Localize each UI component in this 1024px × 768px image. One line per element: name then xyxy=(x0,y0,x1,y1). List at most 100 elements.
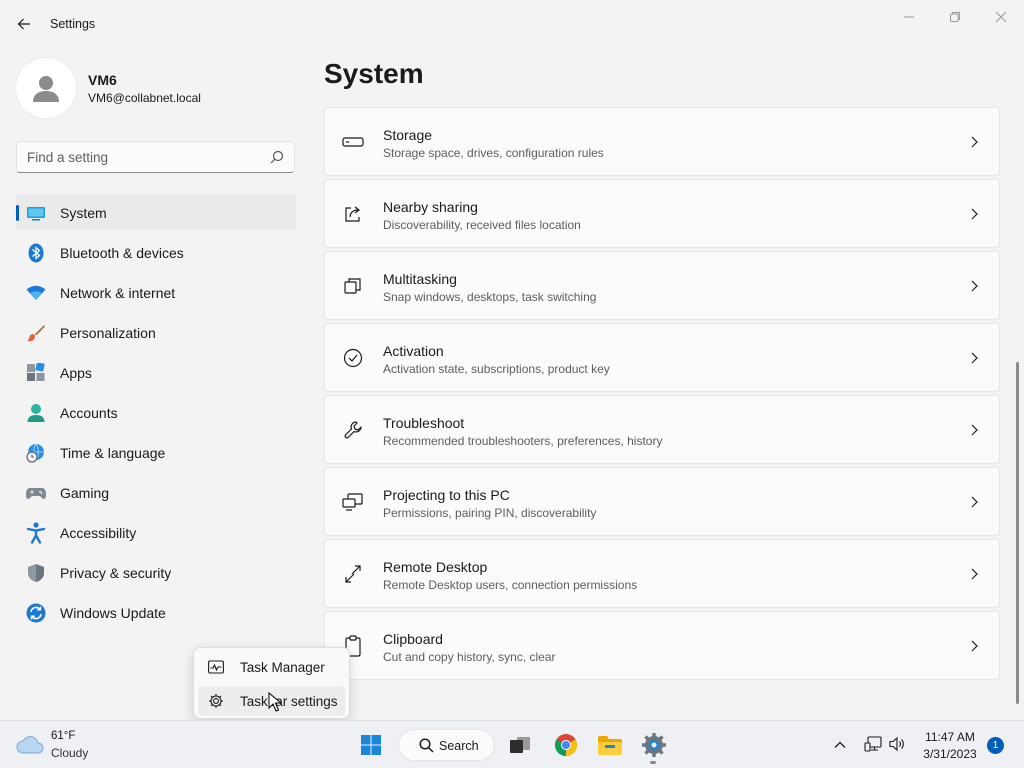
volume-icon[interactable] xyxy=(888,735,906,753)
sidebar-item-label: Windows Update xyxy=(60,605,166,621)
sidebar-item-label: Network & internet xyxy=(60,285,176,301)
chevron-right-icon xyxy=(971,208,978,220)
card-subtitle: Remote Desktop users, connection permiss… xyxy=(383,578,638,592)
menu-item-task-manager[interactable]: Task Manager xyxy=(198,652,345,682)
minimize-button[interactable] xyxy=(894,6,924,28)
running-indicator xyxy=(650,761,656,764)
sidebar-item-personalization[interactable]: Personalization xyxy=(16,314,296,350)
sidebar-item-label: Personalization xyxy=(60,325,156,341)
sidebar-item-gaming[interactable]: Gaming xyxy=(16,474,296,510)
sidebar-item-label: Accounts xyxy=(60,405,118,421)
sidebar-item-accessibility[interactable]: Accessibility xyxy=(16,514,296,550)
taskbar: 61°F Cloudy Search 11:47 AM 3/31/2023 1 xyxy=(0,720,1024,768)
card-subtitle: Activation state, subscriptions, product… xyxy=(383,362,610,376)
sidebar-item-label: Privacy & security xyxy=(60,565,172,581)
file-explorer-button[interactable] xyxy=(592,727,628,763)
sidebar-item-label: Gaming xyxy=(60,485,110,501)
task-view-button[interactable] xyxy=(502,727,538,763)
chevron-right-icon xyxy=(971,568,978,580)
card-title: Nearby sharing xyxy=(383,199,478,215)
card-title: Troubleshoot xyxy=(383,415,465,431)
avatar[interactable] xyxy=(16,58,76,118)
check-circle-icon xyxy=(342,347,364,369)
chevron-right-icon xyxy=(971,640,978,652)
sidebar-item-windows-update[interactable]: Windows Update xyxy=(16,594,296,630)
title-bar: Settings xyxy=(0,0,1024,48)
search-box[interactable] xyxy=(16,141,295,173)
taskbar-search-button[interactable]: Search xyxy=(398,729,495,761)
chrome-button[interactable] xyxy=(548,727,584,763)
card-title: Storage xyxy=(383,127,433,143)
wifi-icon xyxy=(26,283,46,303)
settings-card-list: Storage Storage space, drives, configura… xyxy=(324,107,1000,683)
windows-logo-icon xyxy=(361,735,381,755)
card-multitasking[interactable]: Multitasking Snap windows, desktops, tas… xyxy=(324,251,1000,320)
sidebar-item-privacy[interactable]: Privacy & security xyxy=(16,554,296,590)
notification-badge[interactable]: 1 xyxy=(987,737,1004,754)
chevron-right-icon xyxy=(971,280,978,292)
app-title: Settings xyxy=(50,17,96,31)
card-remote-desktop[interactable]: Remote Desktop Remote Desktop users, con… xyxy=(324,539,1000,608)
close-icon xyxy=(995,11,1007,23)
chrome-icon xyxy=(555,734,577,756)
card-title: Projecting to this PC xyxy=(383,487,510,503)
wrench-icon xyxy=(342,419,364,441)
storage-icon xyxy=(342,131,364,153)
apps-icon xyxy=(26,363,46,383)
close-button[interactable] xyxy=(986,6,1016,28)
projecting-icon xyxy=(342,491,364,513)
folder-icon xyxy=(598,736,622,755)
weather-temp: 61°F xyxy=(51,730,76,742)
chevron-up-icon[interactable] xyxy=(832,737,848,753)
sidebar-item-network[interactable]: Network & internet xyxy=(16,274,296,310)
card-nearby-sharing[interactable]: Nearby sharing Discoverability, received… xyxy=(324,179,1000,248)
sidebar-item-apps[interactable]: Apps xyxy=(16,354,296,390)
back-button[interactable] xyxy=(12,12,36,36)
accessibility-icon xyxy=(26,522,46,544)
card-clipboard[interactable]: Clipboard Cut and copy history, sync, cl… xyxy=(324,611,1000,680)
settings-gear-icon xyxy=(642,733,666,757)
sidebar-item-accounts[interactable]: Accounts xyxy=(16,394,296,430)
network-icon[interactable] xyxy=(864,735,882,753)
search-icon xyxy=(419,738,434,753)
gear-icon xyxy=(209,694,223,708)
card-troubleshoot[interactable]: Troubleshoot Recommended troubleshooters… xyxy=(324,395,1000,464)
sidebar-item-label: System xyxy=(60,205,107,221)
user-avatar-icon xyxy=(33,76,59,102)
sidebar-item-time-language[interactable]: Time & language xyxy=(16,434,296,470)
sidebar-item-system[interactable]: System xyxy=(16,194,296,230)
search-input[interactable] xyxy=(17,142,257,172)
back-arrow-icon xyxy=(17,18,30,30)
profile-email: VM6@collabnet.local xyxy=(88,91,201,105)
chevron-right-icon xyxy=(971,352,978,364)
scrollbar-thumb[interactable] xyxy=(1016,362,1019,704)
mouse-cursor-icon xyxy=(268,692,282,712)
card-projecting[interactable]: Projecting to this PC Permissions, pairi… xyxy=(324,467,1000,536)
card-storage[interactable]: Storage Storage space, drives, configura… xyxy=(324,107,1000,176)
page-title: System xyxy=(324,58,424,89)
refresh-icon xyxy=(26,603,46,623)
remote-desktop-icon xyxy=(342,563,364,585)
card-subtitle: Permissions, pairing PIN, discoverabilit… xyxy=(383,506,597,520)
sidebar-nav: System Bluetooth & devices Network & int… xyxy=(16,194,296,634)
brush-icon xyxy=(26,323,46,343)
sidebar-item-label: Accessibility xyxy=(60,525,137,541)
start-button[interactable] xyxy=(353,727,389,763)
shield-icon xyxy=(26,563,46,583)
menu-item-label: Taskbar settings xyxy=(240,694,338,709)
search-icon xyxy=(270,150,284,164)
sidebar-item-bluetooth[interactable]: Bluetooth & devices xyxy=(16,234,296,270)
restore-button[interactable] xyxy=(940,6,970,28)
clock-date: 3/31/2023 xyxy=(923,747,977,761)
card-activation[interactable]: Activation Activation state, subscriptio… xyxy=(324,323,1000,392)
settings-app-button[interactable] xyxy=(636,727,672,763)
multitasking-icon xyxy=(342,275,364,297)
sidebar-item-label: Bluetooth & devices xyxy=(60,245,184,261)
card-subtitle: Cut and copy history, sync, clear xyxy=(383,650,556,664)
card-title: Remote Desktop xyxy=(383,559,488,575)
monitor-icon xyxy=(26,203,46,223)
task-manager-icon xyxy=(208,660,224,674)
sidebar-item-label: Time & language xyxy=(60,445,166,461)
clock-time: 11:47 AM xyxy=(925,730,975,744)
card-title: Clipboard xyxy=(383,631,443,647)
